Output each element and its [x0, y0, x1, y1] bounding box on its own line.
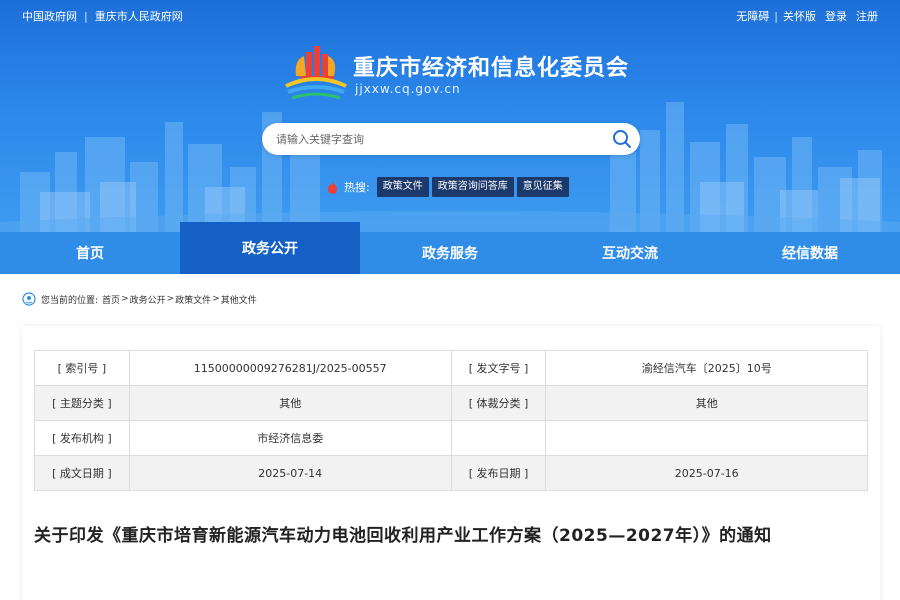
meta-value: 渝经信汽车〔2025〕10号: [545, 350, 868, 386]
link-register[interactable]: 注册: [856, 8, 878, 24]
document-metadata-table: [ 索引号 ] 11500000009276281J/2025-00557 [ …: [34, 350, 868, 491]
hot-tag[interactable]: 意见征集: [516, 177, 569, 197]
breadcrumb-separator: >: [166, 294, 175, 304]
link-login[interactable]: 登录: [825, 8, 847, 24]
nav-item-label: 首页: [76, 246, 104, 262]
nav-item-label: 政务公开: [242, 241, 298, 257]
meta-label: [ 发文字号 ]: [450, 350, 547, 386]
meta-value: 11500000009276281J/2025-00557: [128, 350, 452, 386]
breadcrumb-separator: >: [212, 294, 220, 304]
hot-tag[interactable]: 政策咨询问答库: [431, 177, 514, 197]
meta-value: 2025-07-16: [545, 455, 868, 491]
site-domain: jjxxw.cq.gov.cn: [355, 82, 461, 96]
link-chongqing-gov[interactable]: 重庆市人民政府网: [95, 8, 183, 24]
meta-label: [ 体裁分类 ]: [450, 385, 547, 421]
meta-value: 市经济信息委: [128, 420, 452, 456]
city-skyline-illustration: [0, 102, 900, 232]
meta-label: [ 发布机构 ]: [34, 420, 130, 456]
nav-item-interaction[interactable]: 互动交流: [540, 232, 720, 274]
meta-value: 其他: [128, 385, 452, 421]
breadcrumb-policy-files[interactable]: 政策文件: [175, 293, 211, 306]
nav-item-label: 经信数据: [782, 246, 838, 262]
meta-label: [450, 420, 547, 456]
meta-value: 其他: [545, 385, 868, 421]
breadcrumb-home[interactable]: 首页: [102, 293, 120, 306]
link-accessibility[interactable]: 无障碍: [736, 8, 769, 24]
table-row: [ 主题分类 ] 其他 [ 体裁分类 ] 其他: [34, 385, 868, 421]
hot-search-label: 热搜:: [344, 181, 370, 194]
link-china-gov[interactable]: 中国政府网: [22, 8, 77, 24]
link-care-version[interactable]: 关怀版: [783, 8, 816, 24]
location-icon: [22, 292, 36, 306]
site-header: 中国政府网 | 重庆市人民政府网 无障碍 | 关怀版 登录 注册 重庆市经济和信…: [0, 0, 900, 232]
breadcrumb: 您当前的位置: 首页 > 政务公开 > 政策文件 > 其他文件: [22, 290, 257, 308]
separator: |: [774, 9, 778, 23]
hot-tag[interactable]: 政策文件: [376, 177, 429, 197]
site-logo-icon[interactable]: [284, 42, 348, 100]
search-icon[interactable]: [610, 127, 634, 151]
meta-value: 2025-07-14: [128, 455, 452, 491]
site-title: 重庆市经济和信息化委员会: [353, 56, 630, 81]
nav-item-services[interactable]: 政务服务: [360, 232, 540, 274]
breadcrumb-other-files[interactable]: 其他文件: [221, 293, 257, 306]
meta-value: [545, 420, 868, 456]
breadcrumb-prefix: 您当前的位置:: [41, 295, 99, 306]
top-bar: 中国政府网 | 重庆市人民政府网 无障碍 | 关怀版 登录 注册: [0, 0, 900, 30]
document-title: 关于印发《重庆市培育新能源汽车动力电池回收利用产业工作方案（2025—2027年…: [34, 526, 772, 546]
search-input[interactable]: [276, 123, 606, 155]
nav-item-label: 互动交流: [602, 246, 658, 262]
nav-item-label: 政务服务: [422, 246, 478, 262]
hot-search: 热搜: 政策文件 政策咨询问答库 意见征集: [326, 177, 569, 197]
separator: |: [84, 9, 88, 23]
nav-item-home[interactable]: 首页: [0, 232, 180, 274]
meta-label: [ 成文日期 ]: [34, 455, 130, 491]
nav-item-data[interactable]: 经信数据: [720, 232, 900, 274]
table-row: [ 成文日期 ] 2025-07-14 [ 发布日期 ] 2025-07-16: [34, 455, 868, 491]
meta-label: [ 索引号 ]: [34, 350, 130, 386]
breadcrumb-government-affairs[interactable]: 政务公开: [130, 293, 166, 306]
table-row: [ 发布机构 ] 市经济信息委: [34, 420, 868, 456]
nav-item-government-affairs[interactable]: 政务公开: [180, 222, 360, 274]
table-row: [ 索引号 ] 11500000009276281J/2025-00557 [ …: [34, 350, 868, 386]
search-bar: [262, 123, 640, 155]
meta-label: [ 主题分类 ]: [34, 385, 130, 421]
flame-icon: [327, 181, 338, 194]
main-nav: 首页 政务公开 政务服务 互动交流 经信数据: [0, 222, 900, 274]
meta-label: [ 发布日期 ]: [450, 455, 547, 491]
breadcrumb-separator: >: [121, 294, 129, 304]
